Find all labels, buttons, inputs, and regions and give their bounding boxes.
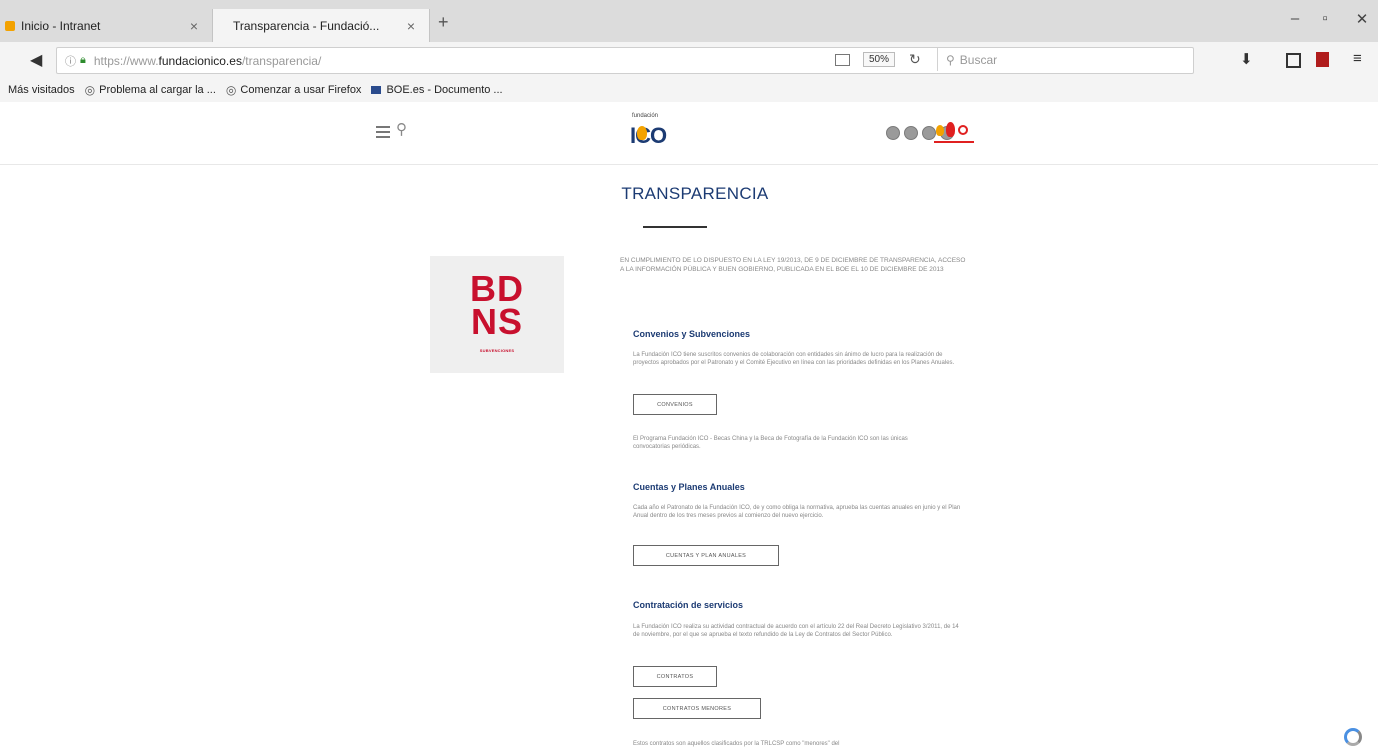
note-contratacion: Estos contratos son aquellos clasificado…: [633, 741, 840, 747]
reader-view-icon[interactable]: [835, 54, 850, 66]
close-icon[interactable]: ×: [403, 18, 419, 34]
pdf-extension-icon[interactable]: [1316, 52, 1329, 67]
text-cuentas: Cada año el Patronato de la Fundación IC…: [633, 505, 961, 519]
url-text[interactable]: https://www.fundacionico.es/transparenci…: [94, 54, 321, 68]
globe-icon: ◎: [225, 83, 237, 97]
bdns-line-2: NS: [470, 301, 523, 342]
menu-icon[interactable]: ≡: [1353, 50, 1362, 67]
search-icon: ⚲: [946, 52, 955, 67]
intro-text: EN CUMPLIMIENTO DE LO DISPUESTO EN LA LE…: [620, 257, 966, 273]
download-icon[interactable]: ⬇: [1240, 50, 1253, 68]
recaptcha-badge[interactable]: [1340, 722, 1368, 750]
search-icon[interactable]: ⚲: [396, 120, 407, 138]
url-bar[interactable]: ⓘ 🔒︎ https://www.fundacionico.es/transpa…: [56, 47, 1194, 74]
contratos-button[interactable]: CONTRATOS: [633, 666, 717, 687]
heading-contratacion: Contratación de servicios: [633, 600, 744, 610]
contratos-menores-button[interactable]: CONTRATOS MENORES: [633, 698, 761, 719]
hamburger-menu-icon[interactable]: [376, 126, 390, 141]
window-close-icon[interactable]: ✕: [1350, 10, 1374, 28]
browser-tab-bar: Inicio - Intranet × Transparencia - Fund…: [0, 0, 1378, 42]
fundacion-ico-logo[interactable]: fundación ICO: [626, 113, 678, 153]
lock-icon: 🔒︎: [80, 54, 86, 66]
text-convenios: La Fundación ICO tiene suscritos conveni…: [633, 352, 955, 366]
bookmarks-bar: Más visitados ◎ Problema al cargar la ...…: [0, 78, 1378, 103]
twitter-icon[interactable]: [904, 126, 918, 140]
favicon-icon: [5, 20, 15, 31]
facebook-icon[interactable]: [886, 126, 900, 140]
new-tab-icon[interactable]: +: [438, 12, 449, 33]
heading-convenios: Convenios y Subvenciones: [633, 329, 751, 339]
flame-icon: [637, 126, 647, 140]
bdns-caption: SUBVENCIONES: [479, 348, 515, 353]
bookmark-boe[interactable]: BOE.es - Documento ...: [371, 84, 503, 96]
bookmark-problema[interactable]: ◎ Problema al cargar la ...: [85, 83, 216, 97]
search-input[interactable]: ⚲ Buscar: [937, 48, 1188, 71]
library-icon[interactable]: [1286, 53, 1301, 68]
bookmark-firefox[interactable]: ◎ Comenzar a usar Firefox: [226, 83, 362, 97]
convenios-button[interactable]: CONVENIOS: [633, 394, 717, 415]
cuentas-button[interactable]: CUENTAS Y PLAN ANUALES: [633, 545, 779, 566]
page-title: TRANSPARENCIA: [621, 184, 769, 203]
navigation-toolbar: ◀ ⓘ 🔒︎ https://www.fundacionico.es/trans…: [0, 42, 1378, 79]
boe-icon: [371, 86, 382, 94]
site-header: ⚲ fundación ICO: [0, 102, 1378, 165]
title-divider: [643, 226, 707, 228]
recaptcha-icon: [1344, 728, 1362, 746]
zoom-level[interactable]: 50%: [863, 52, 896, 67]
search-placeholder: Buscar: [959, 52, 998, 67]
reload-icon[interactable]: ↻: [909, 51, 921, 68]
tab-transparencia[interactable]: Transparencia - Fundació... ×: [212, 9, 430, 42]
heading-cuentas: Cuentas y Planes Anuales: [633, 482, 745, 492]
tab-title: Inicio - Intranet: [21, 18, 101, 33]
ico-brand-logo[interactable]: [934, 122, 974, 146]
minimize-icon[interactable]: –: [1283, 10, 1307, 27]
bookmark-mas-visitados[interactable]: Más visitados: [8, 84, 75, 96]
logo-text: ICO: [630, 123, 667, 148]
maximize-icon[interactable]: ▫: [1313, 10, 1337, 27]
tab-inicio-intranet[interactable]: Inicio - Intranet ×: [0, 9, 212, 42]
globe-icon: ◎: [84, 83, 96, 97]
close-icon[interactable]: ×: [186, 18, 202, 34]
bdns-logo[interactable]: BD NS SUBVENCIONES: [430, 256, 564, 373]
tab-title: Transparencia - Fundació...: [233, 18, 380, 33]
back-arrow-icon[interactable]: ◀: [30, 50, 42, 70]
info-icon[interactable]: ⓘ: [65, 53, 76, 69]
note-convenios: El Programa Fundación ICO - Becas China …: [633, 436, 908, 450]
logo-small-text: fundación: [632, 113, 659, 119]
text-contratacion: La Fundación ICO realiza su actividad co…: [633, 624, 959, 638]
